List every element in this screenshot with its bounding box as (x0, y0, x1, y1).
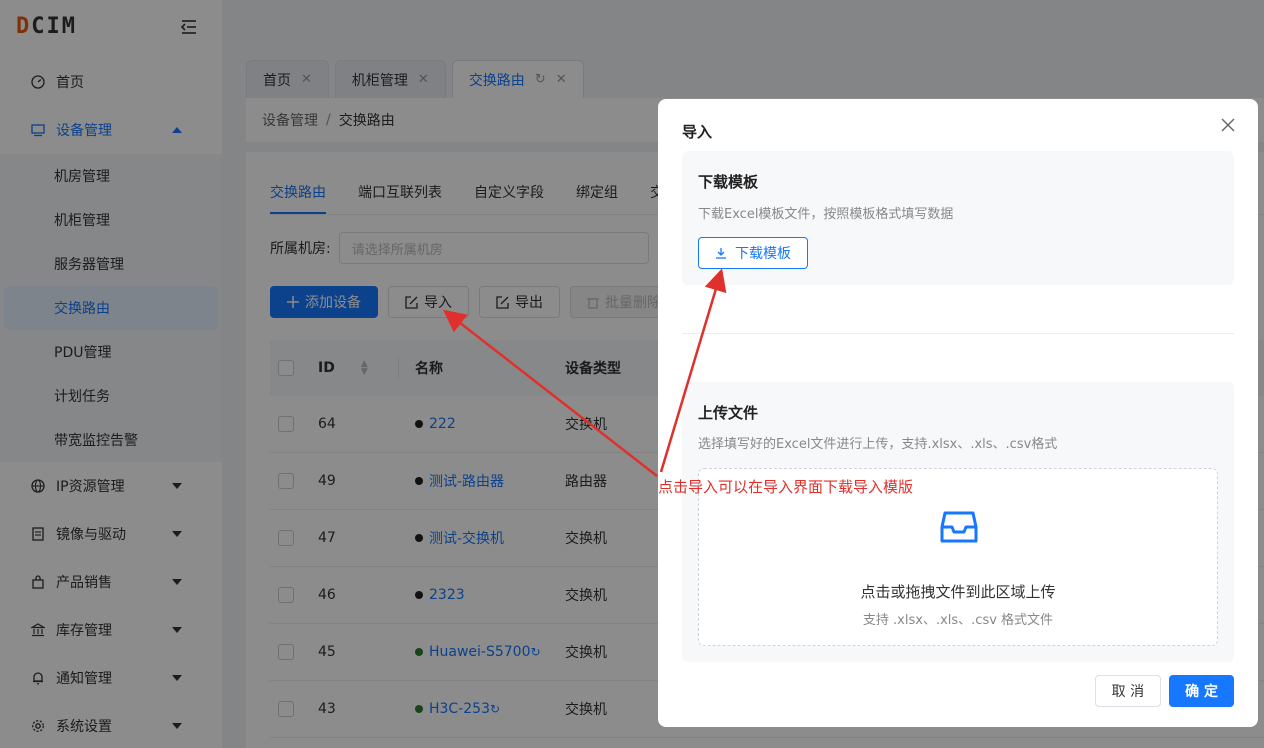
button-label: 下载模板 (735, 246, 791, 262)
annotation-text: 点击导入可以在导入界面下载导入模版 (658, 478, 914, 496)
dialog-title: 导入 (682, 123, 713, 141)
download-icon (715, 247, 727, 259)
confirm-button[interactable]: 确 定 (1169, 675, 1234, 707)
close-icon[interactable] (1220, 117, 1236, 133)
download-template-button[interactable]: 下载模板 (698, 237, 808, 269)
download-template-section: 下载模板 下载Excel模板文件，按照模板格式填写数据 下载模板 (682, 151, 1234, 285)
inbox-icon (940, 511, 978, 543)
import-dialog: 导入 下载模板 下载Excel模板文件，按照模板格式填写数据 下载模板 上传文件… (658, 99, 1258, 727)
section-description: 选择填写好的Excel文件进行上传，支持.xlsx、.xls、.csv格式 (698, 437, 1058, 452)
upload-file-section: 上传文件 选择填写好的Excel文件进行上传，支持.xlsx、.xls、.csv… (682, 382, 1234, 662)
divider (682, 333, 1234, 334)
dropzone-text: 点击或拖拽文件到此区域上传 (860, 583, 1056, 601)
section-title: 上传文件 (698, 404, 759, 422)
section-title: 下载模板 (698, 173, 759, 191)
section-description: 下载Excel模板文件，按照模板格式填写数据 (698, 207, 954, 222)
cancel-button[interactable]: 取 消 (1094, 675, 1162, 707)
dialog-footer: 取 消 确 定 (1087, 675, 1234, 707)
dropzone-hint: 支持 .xlsx、.xls、.csv 格式文件 (862, 613, 1054, 628)
